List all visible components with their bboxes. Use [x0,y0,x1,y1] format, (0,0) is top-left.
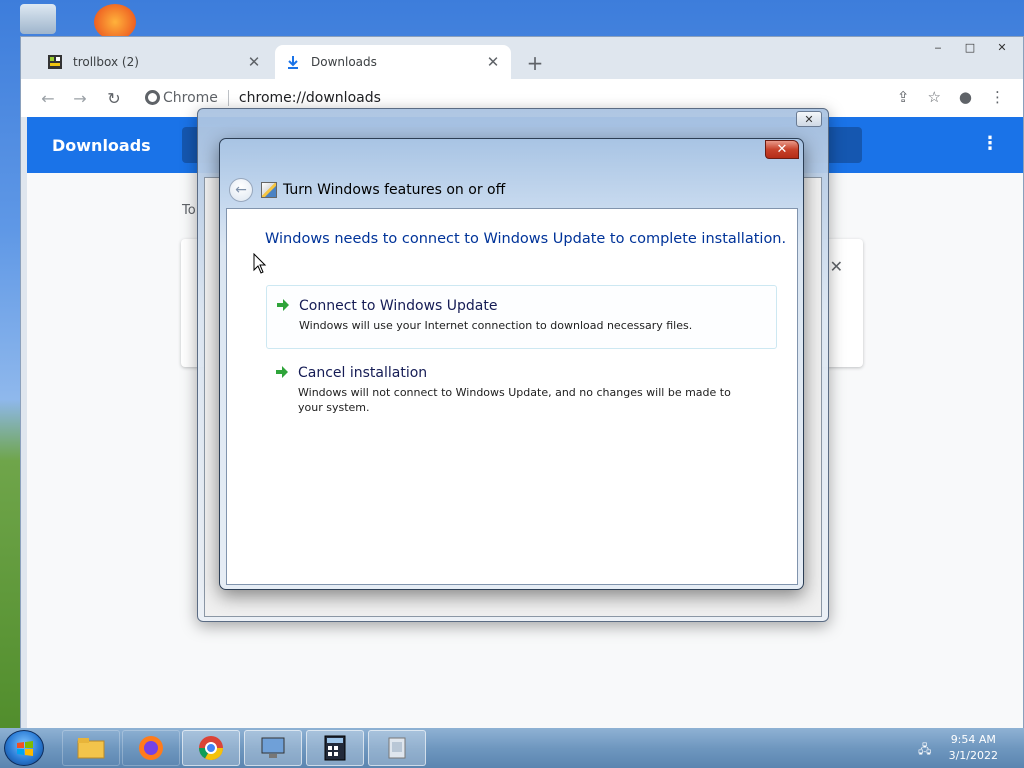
dialog-header: ← Turn Windows features on or off [226,175,797,205]
close-window-button[interactable]: ✕ [989,39,1015,55]
main-instruction: Windows needs to connect to Windows Upda… [265,231,787,247]
firefox-icon[interactable] [122,730,180,766]
bookmark-star-icon[interactable]: ☆ [927,88,940,106]
toolbar-actions: ⇪ ☆ ● ⋮ [897,88,1005,106]
start-button[interactable] [4,730,44,766]
windows-logo-icon [17,741,33,756]
option-description: Windows will use your Internet connectio… [299,319,693,332]
maximize-button[interactable]: □ [957,39,983,55]
url-text: chrome://downloads [238,90,381,106]
green-arrow-icon [276,366,288,378]
cancel-installation-option[interactable]: Cancel installation Windows will not con… [266,353,777,419]
dialog-close-button[interactable]: ✕ [765,140,799,159]
clock-time: 9:54 AM [950,733,996,746]
outer-close-button[interactable]: ✕ [796,111,822,127]
tab-label: Downloads [311,55,377,69]
reload-icon[interactable]: ↻ [103,87,125,109]
windows-features-icon [261,182,277,198]
mouse-cursor-icon [253,253,267,274]
trollbox-favicon [47,54,63,70]
dialog-content: Windows needs to connect to Windows Upda… [226,208,798,585]
green-arrow-icon [277,299,289,311]
installer-icon[interactable] [368,730,426,766]
tab-label: trollbox (2) [73,55,139,69]
chrome-icon [145,90,160,105]
recycle-bin-icon[interactable] [20,4,56,34]
tab-downloads[interactable]: Downloads ✕ [275,45,511,79]
back-icon[interactable]: ← [37,87,59,109]
menu-kebab-icon[interactable]: ⋮ [990,88,1005,106]
connect-windows-update-option[interactable]: Connect to Windows Update Windows will u… [266,285,777,349]
tab-trollbox[interactable]: trollbox (2) ✕ [37,45,272,79]
remove-download-icon[interactable]: ✕ [830,257,843,276]
clock-date: 3/1/2022 [948,749,998,762]
firefox-desktop-icon[interactable] [94,4,136,40]
forward-icon[interactable]: → [69,87,91,109]
computer-management-icon[interactable] [244,730,302,766]
new-tab-button[interactable]: + [521,49,549,77]
page-title: Downloads [52,136,151,155]
dialog-title: Turn Windows features on or off [283,182,506,198]
secure-label: Chrome [163,90,218,106]
tab-close-icon[interactable]: ✕ [485,53,501,71]
option-title: Connect to Windows Update [299,298,498,314]
calculator-icon[interactable] [306,730,364,766]
profile-icon[interactable]: ● [959,88,972,106]
downloads-menu-icon[interactable]: ⋮ [981,133,999,154]
download-icon [285,54,301,70]
omnibox-separator [227,90,229,106]
tab-strip: trollbox (2) ✕ Downloads ✕ + ‒ □ ✕ [21,37,1023,79]
window-controls: ‒ □ ✕ [925,39,1015,55]
option-title: Cancel installation [298,365,428,381]
chrome-icon[interactable] [182,730,240,766]
option-description: Windows will not connect to Windows Upda… [298,386,731,414]
system-clock[interactable]: 9:54 AM 3/1/2022 [949,732,998,764]
network-tray-icon[interactable]: 🖧 [918,740,934,756]
tab-close-icon[interactable]: ✕ [246,53,262,71]
windows-update-dialog: ✕ ← Turn Windows features on or off Wind… [219,138,804,590]
file-explorer-icon[interactable] [62,730,120,766]
back-arrow-icon[interactable]: ← [229,178,253,202]
date-heading: To [182,203,196,218]
taskbar: 🖧 9:54 AM 3/1/2022 [0,728,1024,768]
share-icon[interactable]: ⇪ [897,88,910,106]
minimize-button[interactable]: ‒ [925,39,951,55]
